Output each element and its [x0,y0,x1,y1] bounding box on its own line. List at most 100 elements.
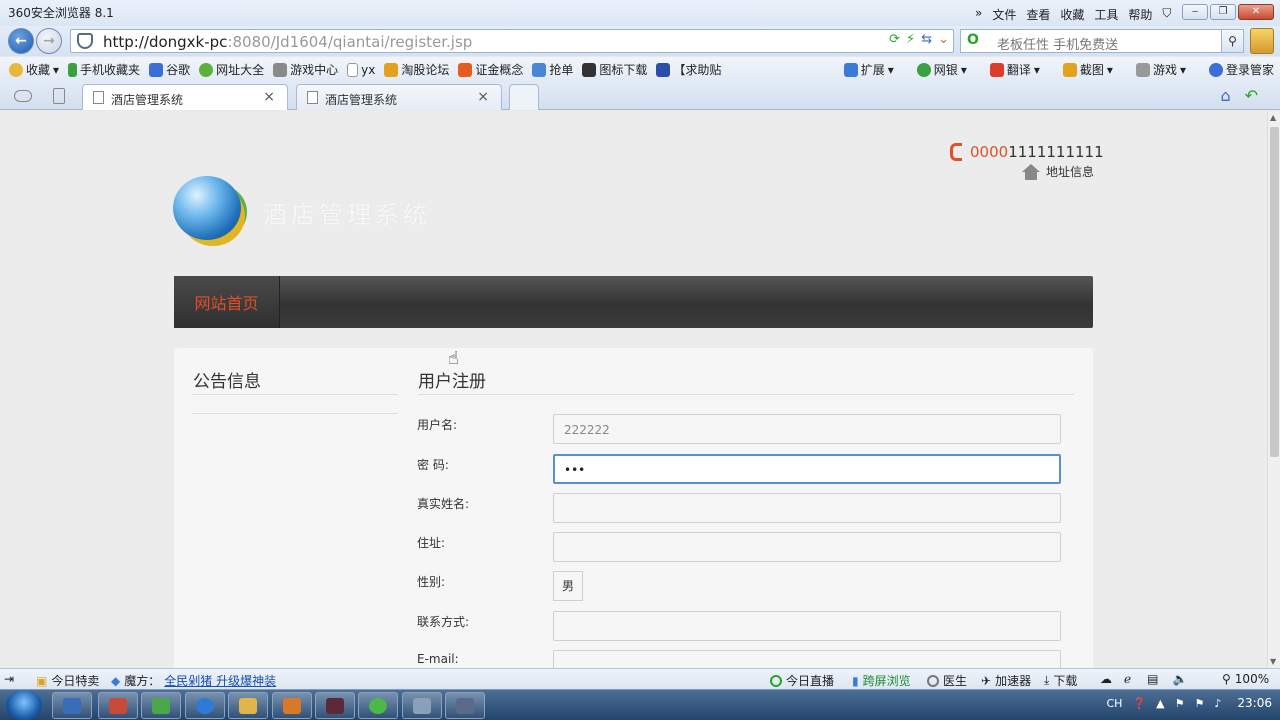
network-icon[interactable]: ⚑ [1175,697,1185,710]
bookmark-google[interactable]: 谷歌 [149,61,190,78]
contact-field[interactable] [553,611,1061,641]
nav-home-link[interactable]: 网站首页 [174,276,280,328]
search-button[interactable]: ⚲ [1221,30,1243,52]
window-icon[interactable]: ▤ [1147,672,1158,686]
scroll-up-icon[interactable]: ▲ [1270,113,1276,122]
close-window-button[interactable]: ✕ [1238,4,1274,20]
url-field[interactable]: http://dongxk-pc:8080/Jd1604/qiantai/reg… [70,29,954,53]
taskbar-app-6[interactable] [272,692,312,719]
magic-promo-link[interactable]: 全民剁猪 升级爆神装 [164,672,276,689]
menu-tools[interactable]: 工具 [1094,6,1118,23]
taskbar-app-7[interactable] [315,692,355,719]
new-tab-button[interactable] [509,84,539,110]
ie-icon[interactable]: ℯ [1124,672,1131,686]
sidebar-toggle[interactable]: ⇥ [4,672,14,686]
bookmark-icon-download[interactable]: 图标下载 [582,61,647,78]
tray-arrow-icon[interactable]: ▲ [1156,697,1164,710]
doctor[interactable]: 医生 [927,672,967,689]
realname-field[interactable] [553,493,1061,523]
back-arrow-icon: ← [15,33,27,49]
translate-button[interactable]: 翻译 ▾ [989,61,1040,78]
scroll-down-icon[interactable]: ▼ [1270,657,1276,666]
today-deals[interactable]: ▣ 今日特卖 [36,672,99,689]
tab-hotel-active[interactable]: 酒店管理系统 × [82,84,288,110]
taskbar-explorer[interactable] [228,692,268,719]
menu-favorites[interactable]: 收藏 [1060,6,1084,23]
menu-help[interactable]: 帮助 [1128,6,1152,23]
today-live[interactable]: 今日直播 [770,672,834,689]
taskbar-ie[interactable] [185,692,225,719]
extensions-button[interactable]: 扩展 ▾ [843,61,894,78]
forward-button[interactable]: → [36,28,62,54]
email-field[interactable] [553,650,1061,668]
gender-select[interactable]: 男 [553,571,583,601]
refresh-icon[interactable]: ⟳ [889,32,900,47]
language-indicator[interactable]: CH [1107,697,1123,710]
doctor-icon [927,674,939,687]
back-button[interactable]: ← [8,28,34,54]
bookmark-help-post[interactable]: 【求助贴 [656,61,721,78]
minimize-button[interactable]: ‒ [1182,4,1208,20]
taskbar-app-3[interactable] [141,692,181,719]
downloads[interactable]: ⤓ 下载 [1044,672,1077,689]
home-icon[interactable]: ⌂ [1220,86,1230,105]
menu-view[interactable]: 查看 [1026,6,1050,23]
bookmark-game-center[interactable]: 游戏中心 [273,61,338,78]
phone-contact: 00001111111111 [950,143,1104,161]
cloud-icon[interactable] [14,90,32,102]
user-avatar[interactable] [1250,28,1274,54]
login-manager-button[interactable]: 登录管家 [1208,61,1274,78]
lightning-icon[interactable]: ⚡ [906,32,915,47]
start-button[interactable] [6,690,42,720]
magic-cube[interactable]: ◆ 魔方： 全民剁猪 升级爆神装 [111,672,276,689]
vertical-scrollbar[interactable]: ▲ ▼ [1267,111,1280,668]
games-button[interactable]: 游戏 ▾ [1135,61,1186,78]
bookmark-stock-concept[interactable]: 证金概念 [458,61,523,78]
taskbar-app-1[interactable] [52,692,92,719]
taskbar-app-2[interactable] [98,692,138,719]
bookmark-favorites[interactable]: 收藏 ▾ [9,61,59,78]
bookmark-yx[interactable]: yx [347,62,375,77]
search-engine-icon[interactable]: O [967,32,979,48]
menu-file[interactable]: 文件 [992,6,1016,23]
taskbar-app-10[interactable] [445,692,485,719]
bookmark-mobile[interactable]: 手机收藏夹 [68,61,140,78]
bookmark-stock-forum[interactable]: 淘股论坛 [384,61,449,78]
closed-tabs-icon[interactable] [53,88,65,104]
undo-icon[interactable]: ↶ [1245,86,1258,105]
username-field[interactable]: 222222 [553,414,1061,444]
zoom-control[interactable]: ⚲ 100% [1222,672,1269,686]
accelerator[interactable]: ✈ 加速器 [981,672,1031,689]
security-icon[interactable]: ⚑ [1195,697,1205,710]
bookmark-url-directory[interactable]: 网址大全 [199,61,264,78]
taskbar-360-browser[interactable] [358,692,398,719]
online-bank-button[interactable]: 网银 ▾ [916,61,967,78]
expand-menu-icon[interactable]: » [975,6,982,23]
help-icon[interactable]: ❓ [1132,697,1146,710]
mode-switch-icon[interactable]: ⇆ [921,32,932,47]
search-field[interactable]: O 老板任性 手机免费送 ⚲ [960,29,1244,53]
address-info[interactable]: 地址信息 [1022,163,1094,180]
maximize-button[interactable]: ❐ [1210,4,1236,20]
taskbar-app-9[interactable] [402,692,442,719]
bookmark-label: 游戏中心 [290,63,339,77]
address-field[interactable] [553,532,1061,562]
close-tab-icon[interactable]: × [477,89,489,105]
password-field[interactable]: ••• [553,454,1061,484]
cross-screen[interactable]: ▮ 跨屏浏览 [852,672,911,689]
close-tab-icon[interactable]: × [263,89,275,105]
bookmark-grab-order[interactable]: 抢单 [532,61,573,78]
cloud-sync-icon[interactable]: ☁ [1100,672,1112,686]
volume-icon[interactable]: ♪ [1214,697,1221,710]
tab-right-tools: ⌂ ↶ [1220,86,1258,105]
tab-hotel[interactable]: 酒店管理系统 × [296,84,502,110]
screenshot-button[interactable]: 截图 ▾ [1062,61,1113,78]
url-text[interactable]: http://dongxk-pc:8080/Jd1604/qiantai/reg… [103,33,472,51]
grid-icon [843,62,858,77]
accelerator-label: 加速器 [995,674,1032,688]
speaker-icon[interactable]: 🔈 [1172,672,1187,686]
bookmark-label: 淘股论坛 [401,63,450,77]
shirt-icon[interactable]: ⛉ [1162,6,1171,23]
dropdown-chevron-icon[interactable]: ⌄ [938,32,949,47]
scrollbar-thumb[interactable] [1270,127,1279,457]
